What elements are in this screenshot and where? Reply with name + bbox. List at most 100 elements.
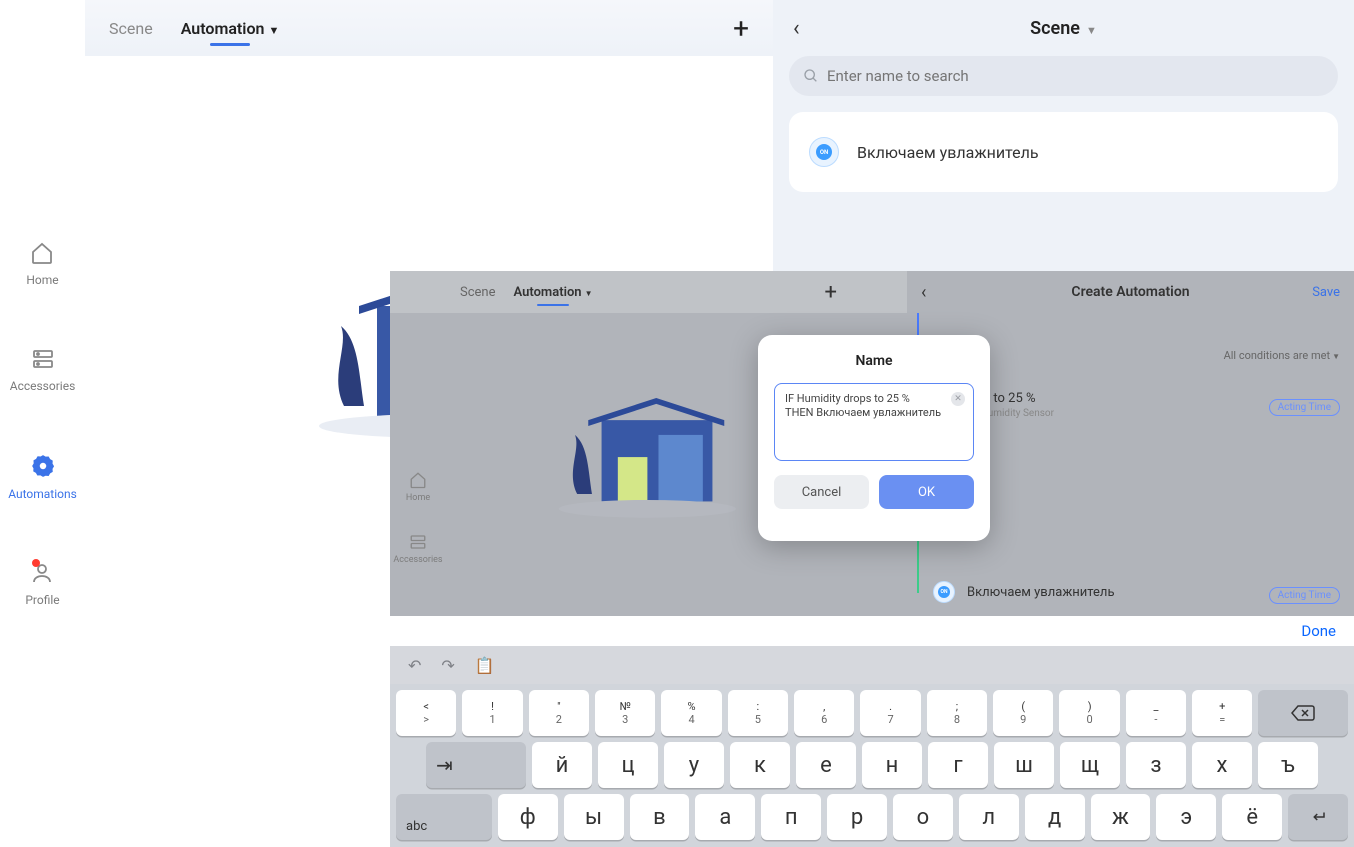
key[interactable]: ъ	[1258, 742, 1318, 788]
backspace-key[interactable]	[1258, 690, 1348, 736]
key[interactable]: ж	[1091, 794, 1151, 840]
undo-icon[interactable]: ↶	[408, 656, 421, 675]
home-icon	[30, 241, 54, 265]
ov-tab-automation[interactable]: Automation▼	[514, 285, 593, 300]
conditions-met-dropdown[interactable]: All conditions are met▼	[1224, 349, 1340, 362]
ok-button[interactable]: OK	[879, 475, 974, 509]
key[interactable]: _-	[1126, 690, 1186, 736]
overlay-tab-bar: Scene Automation▼ +	[390, 271, 907, 313]
acting-time-badge-2[interactable]: Acting Time	[1269, 587, 1340, 604]
sidebar-label: Home	[26, 273, 58, 287]
keyboard-toolbar: ↶ ↷ 📋	[390, 646, 1354, 684]
key[interactable]: !1	[462, 690, 522, 736]
sidebar-item-home[interactable]: Home	[26, 241, 58, 287]
key[interactable]: ш	[994, 742, 1054, 788]
sidebar-item-accessories[interactable]: Accessories	[10, 347, 76, 393]
sidebar-item-automations[interactable]: Automations	[8, 453, 77, 501]
scene-label: Включаем увлажнитель	[857, 143, 1039, 162]
search-input[interactable]	[789, 56, 1338, 96]
key[interactable]: а	[695, 794, 755, 840]
key[interactable]: ф	[498, 794, 558, 840]
key[interactable]: )0	[1059, 690, 1119, 736]
abc-key[interactable]: abc	[396, 794, 492, 840]
key[interactable]: п	[761, 794, 821, 840]
notification-dot-icon	[32, 559, 40, 567]
search-icon	[803, 68, 819, 84]
acting-time-badge[interactable]: Acting Time	[1269, 399, 1340, 416]
cancel-button[interactable]: Cancel	[774, 475, 869, 509]
accessories-icon	[409, 533, 427, 551]
key[interactable]: у	[664, 742, 724, 788]
key[interactable]: ,6	[794, 690, 854, 736]
key[interactable]: з	[1126, 742, 1186, 788]
key[interactable]: х	[1192, 742, 1252, 788]
left-sidebar: Home Accessories Automations Profile	[0, 0, 85, 847]
key[interactable]: №3	[595, 690, 655, 736]
key[interactable]: щ	[1060, 742, 1120, 788]
ov-tab-scene[interactable]: Scene	[460, 285, 496, 300]
key[interactable]: +=	[1192, 690, 1252, 736]
tab-bar: Scene Automation▼ +	[85, 0, 773, 56]
key[interactable]: е	[796, 742, 856, 788]
key[interactable]: ё	[1222, 794, 1282, 840]
key[interactable]: й	[532, 742, 592, 788]
tab-key[interactable]: ⇥	[426, 742, 526, 788]
key[interactable]: н	[862, 742, 922, 788]
ov-back-button[interactable]: ‹	[921, 282, 926, 303]
key[interactable]: .7	[860, 690, 920, 736]
name-input-text: IF Humidity drops to 25 % THEN Включаем …	[785, 392, 949, 421]
key[interactable]: %4	[661, 690, 721, 736]
key[interactable]: ;8	[927, 690, 987, 736]
scene-on-icon: ON	[809, 137, 839, 167]
modal-buttons: Cancel OK	[758, 475, 990, 509]
key[interactable]: ц	[598, 742, 658, 788]
chevron-down-icon: ▼	[1332, 352, 1340, 361]
keyboard-done-button[interactable]: Done	[390, 616, 1354, 646]
chevron-down-icon: ▼	[1086, 24, 1097, 37]
clipboard-icon[interactable]: 📋	[475, 656, 495, 675]
sidebar-label: Profile	[25, 593, 59, 607]
chevron-down-icon: ▼	[268, 24, 279, 37]
create-automation-title: Create Automation	[1071, 284, 1189, 300]
search-field[interactable]	[827, 67, 1324, 85]
then-row[interactable]: ON Включаем увлажнитель	[933, 581, 1115, 603]
key[interactable]: <>	[396, 690, 456, 736]
scene-row[interactable]: ON Включаем увлажнитель	[789, 112, 1338, 192]
key[interactable]: (9	[993, 690, 1053, 736]
keyboard: <>!1"2№3%4:5,6.7;8(9)0_-+= ⇥йцукенгшщзхъ…	[390, 684, 1354, 847]
key[interactable]: д	[1025, 794, 1085, 840]
key[interactable]: р	[827, 794, 887, 840]
back-button[interactable]: ‹	[793, 16, 800, 41]
key[interactable]: о	[893, 794, 953, 840]
key[interactable]: ы	[564, 794, 624, 840]
accessories-icon	[31, 347, 55, 371]
tab-automation[interactable]: Automation▼	[181, 19, 280, 38]
key[interactable]: к	[730, 742, 790, 788]
tab-scene[interactable]: Scene	[109, 19, 153, 38]
overlay-sidebar: Home Accessories	[390, 471, 446, 565]
name-input[interactable]: IF Humidity drops to 25 % THEN Включаем …	[774, 383, 974, 461]
ov-sb-home[interactable]: Home	[406, 471, 430, 503]
then-label: Включаем увлажнитель	[967, 585, 1115, 600]
enter-key[interactable]	[1288, 794, 1348, 840]
save-button[interactable]: Save	[1312, 285, 1340, 300]
key[interactable]: :5	[728, 690, 788, 736]
add-button[interactable]: +	[733, 12, 749, 45]
scene-panel-header: ‹ Scene▼	[773, 0, 1354, 56]
key[interactable]: в	[630, 794, 690, 840]
key[interactable]: л	[959, 794, 1019, 840]
key[interactable]: "2	[529, 690, 589, 736]
redo-icon[interactable]: ↷	[441, 656, 454, 675]
chevron-down-icon: ▼	[585, 289, 593, 298]
automations-icon	[30, 453, 56, 479]
ov-sb-accessories[interactable]: Accessories	[393, 533, 442, 565]
clear-icon[interactable]: ✕	[951, 392, 965, 406]
home-icon	[409, 471, 427, 489]
key[interactable]: э	[1156, 794, 1216, 840]
sidebar-item-profile[interactable]: Profile	[25, 561, 59, 607]
sidebar-label: Accessories	[10, 379, 76, 393]
modal-title: Name	[758, 335, 990, 369]
key[interactable]: г	[928, 742, 988, 788]
scene-title-dropdown[interactable]: Scene▼	[1030, 18, 1097, 39]
ov-add-button[interactable]: +	[825, 280, 837, 305]
